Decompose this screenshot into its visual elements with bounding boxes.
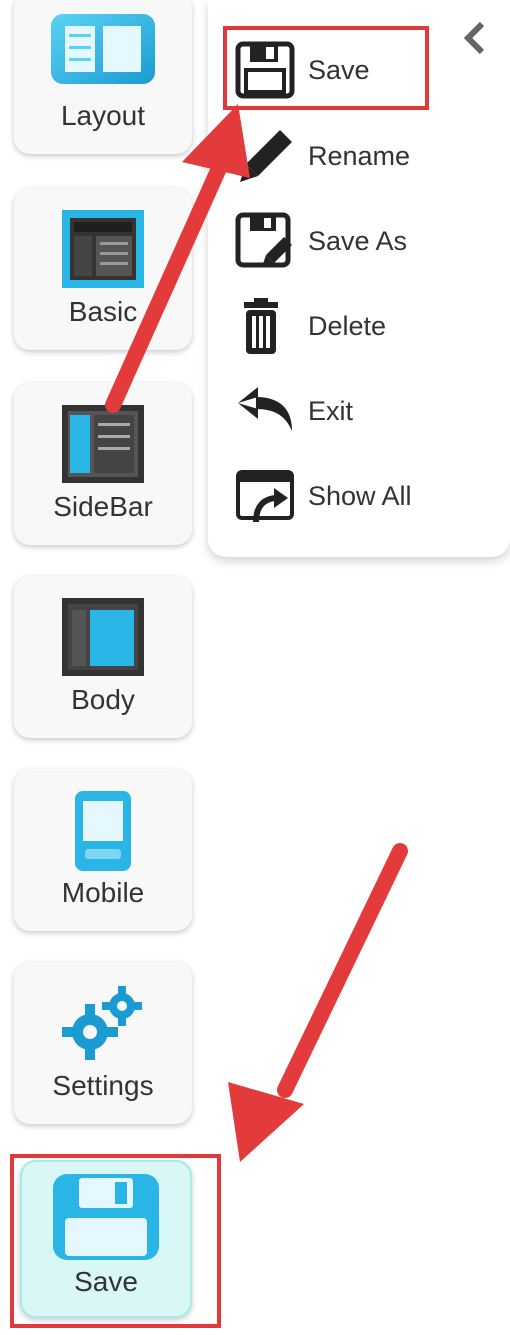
arrow-to-save-tile bbox=[228, 843, 408, 1162]
arrow-to-menu-save bbox=[105, 104, 250, 413]
annotation-arrows bbox=[105, 104, 408, 1162]
